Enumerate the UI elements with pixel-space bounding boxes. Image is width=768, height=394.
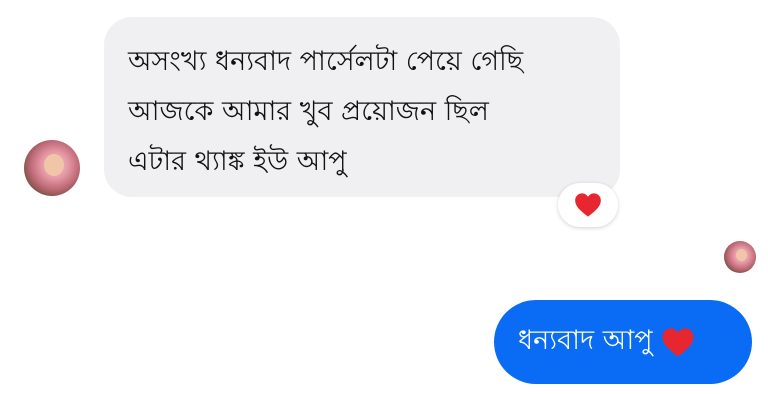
avatar-face: [44, 154, 64, 176]
received-message-bubble[interactable]: অসংখ্য ধন্যবাদ পার্সেলটা পেয়ে গেছি আজকে…: [104, 17, 620, 197]
received-message-line: আজকে আমার খুব প্রয়োজন ছিল: [128, 96, 489, 127]
chat-thread: অসংখ্য ধন্যবাদ পার্সেলটা পেয়ে গেছি আজকে…: [0, 0, 768, 394]
seen-indicator-avatar: [724, 241, 756, 273]
avatar-face: [736, 249, 747, 261]
message-reaction[interactable]: [558, 183, 618, 227]
heart-icon: [575, 193, 601, 217]
heart-icon: [662, 327, 694, 357]
received-message-line: এটার থ্যাঙ্ক ইউ আপু: [128, 146, 347, 177]
sent-message-text: ধন্যবাদ আপু: [518, 324, 653, 356]
sent-message-bubble[interactable]: ধন্যবাদ আপু: [494, 300, 752, 384]
sender-avatar[interactable]: [24, 140, 80, 196]
received-message-line: অসংখ্য ধন্যবাদ পার্সেলটা পেয়ে গেছি: [128, 46, 524, 77]
